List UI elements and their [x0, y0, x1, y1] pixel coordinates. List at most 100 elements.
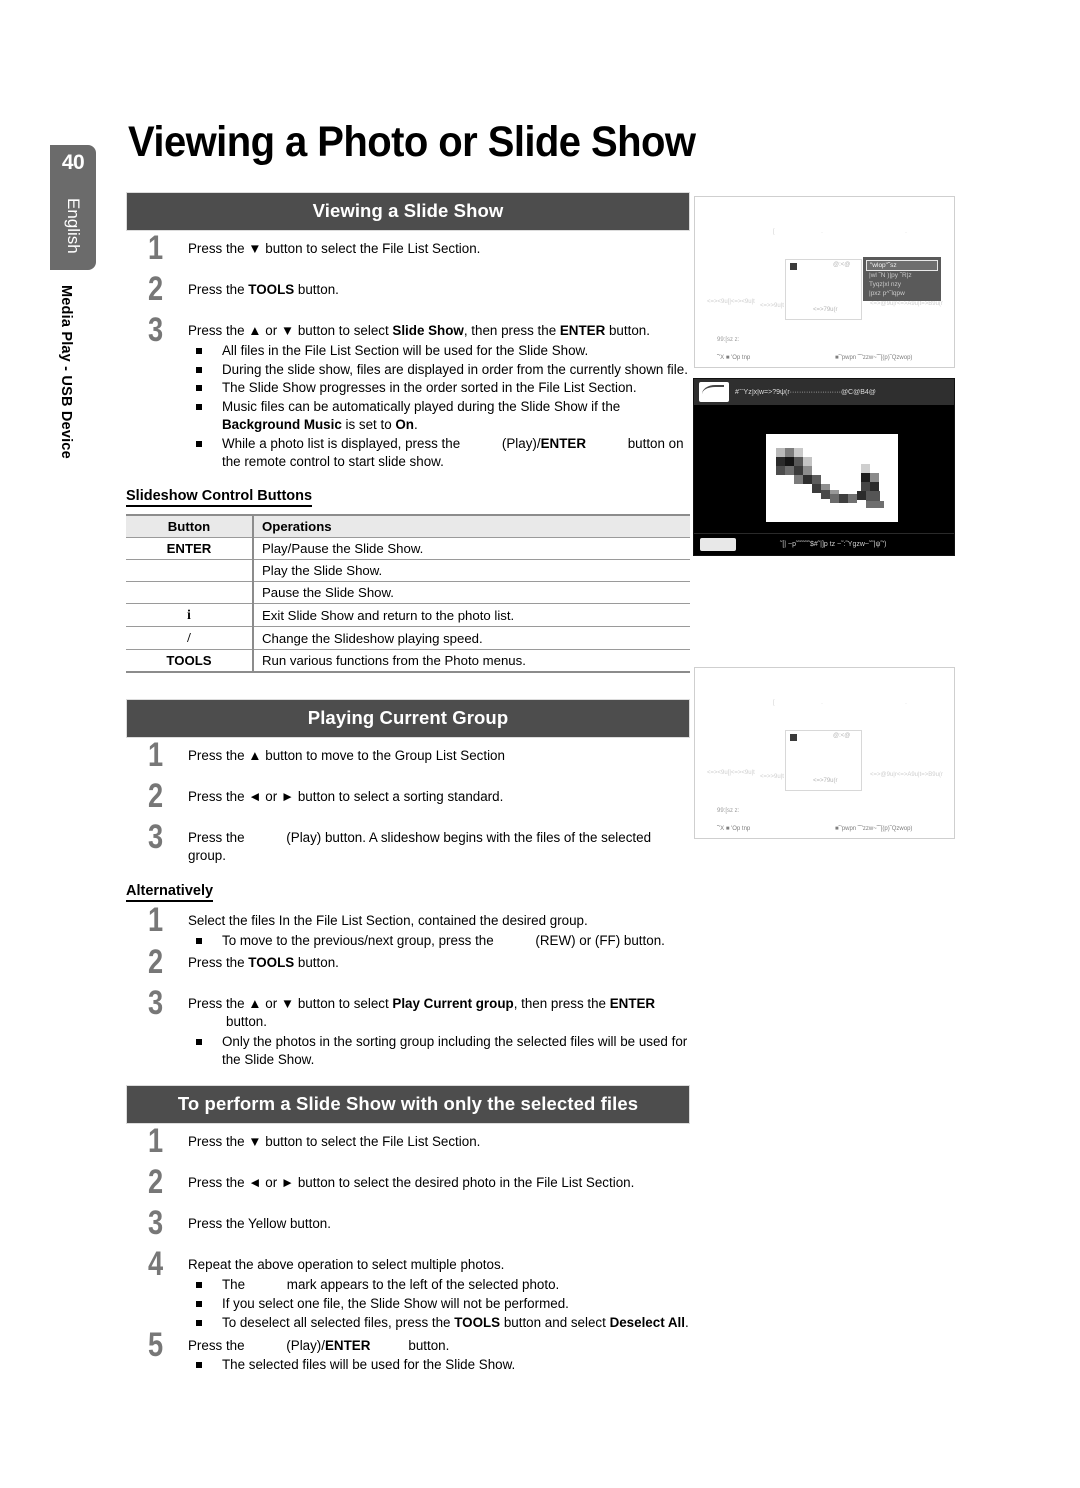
subheading-control-buttons: Slideshow Control Buttons	[126, 488, 313, 508]
step-text: Press the ◄ or ► button to select the de…	[188, 1175, 635, 1191]
photo-image	[766, 434, 898, 522]
photo-viewer-status: ˜[| ~p˜˜˜˜˜˜$#˜|]p tz ~˜:˜Ygzw~˜˜|ψ˜')	[780, 541, 887, 548]
step-text: Press the Yellow button.	[188, 1216, 331, 1232]
step-item: 2 Press the TOOLS button.	[126, 945, 690, 981]
step-item: 2 Press the ◄ or ► button to select a so…	[126, 779, 690, 815]
slideshow-control-table: Button Operations ENTER Play/Pause the S…	[126, 514, 690, 674]
menu-item[interactable]: Tyqz|xl nzy	[866, 280, 938, 289]
step-number: 1	[148, 900, 164, 939]
bullet-item: The mark appears to the left of the sele…	[188, 1276, 690, 1294]
photo-viewer-title: #˜˜Yz]x|w=>?9ψ(r······················@C…	[735, 388, 876, 396]
cell-button: ENTER	[126, 537, 254, 561]
cell-operation: Play/Pause the Slide Show.	[253, 537, 690, 561]
cell-operation: Play the Slide Show.	[253, 559, 690, 583]
cell-button	[126, 559, 254, 583]
bullet-square-icon	[196, 347, 202, 354]
menu-item[interactable]: |pxz p^˜lqpw	[866, 289, 938, 298]
table-header-row: Button Operations	[126, 515, 690, 539]
step-item: 1 Press the ▼ button to select the File …	[126, 231, 690, 267]
bullet-item: The selected files will be used for the …	[188, 1356, 690, 1374]
table-row: / Change the Slideshow playing speed.	[126, 626, 690, 651]
cell-button: /	[126, 626, 254, 651]
section-header-playing-current-group: Playing Current Group	[126, 699, 690, 739]
subheading-alternatively: Alternatively	[126, 883, 214, 902]
table-row: TOOLS Run various functions from the Pho…	[126, 649, 690, 673]
step-number: 1	[148, 736, 164, 775]
step-item: 3 Press the (Play) button. A slideshow b…	[126, 820, 690, 864]
bullet-item: If you select one file, the Slide Show w…	[188, 1295, 690, 1313]
bullet-square-icon	[196, 1362, 202, 1369]
tv-selected-marker-icon	[790, 734, 797, 741]
tv-panel-corner-text: @:<@	[833, 262, 851, 268]
step-number: 5	[148, 1325, 164, 1364]
step-number: 3	[148, 984, 164, 1023]
tv-selected-marker-icon	[790, 263, 797, 270]
menu-item[interactable]: |wl ˜N )|py ˜R|z	[866, 271, 938, 280]
step-text: Select the files In the File List Sectio…	[188, 912, 588, 928]
screenshot-tv-menu-top: [ · · @:<@ <=>79u(r <=><9u[|<=><9u|t <=>…	[694, 196, 955, 368]
bullet-square-icon	[196, 1319, 202, 1326]
main-content: Viewing a Slide Show 1 Press the ▼ butto…	[126, 192, 690, 1376]
bullet-item: Only the photos in the sorting group inc…	[188, 1033, 690, 1069]
cell-operation: Exit Slide Show and return to the photo …	[253, 603, 690, 628]
step-item: 1 Press the ▼ button to select the File …	[126, 1124, 690, 1160]
tv-bottom-nav-right: ■˜'pwpn ˜˜'zzw~˜˜[(p)˜Qzwop)	[835, 355, 913, 361]
bullet-item: Music files can be automatically played …	[188, 398, 690, 434]
bullet-square-icon	[196, 1038, 202, 1045]
section-header-viewing-slide-show: Viewing a Slide Show	[126, 192, 690, 231]
menu-item[interactable]: "wlop"˜sz	[866, 260, 938, 271]
step4-bullets: The mark appears to the left of the sele…	[188, 1276, 690, 1331]
step3-bullet-list: All files in the File List Section will …	[188, 342, 690, 471]
bullet-item: All files in the File List Section will …	[188, 342, 690, 360]
step-text: Press the ▲ or ▼ button to select Play C…	[188, 996, 656, 1030]
bullet-item: To move to the previous/next group, pres…	[188, 932, 690, 950]
step-item: 2 Press the ◄ or ► button to select the …	[126, 1165, 690, 1201]
step-number: 2	[148, 270, 164, 308]
tv-panel-corner-text: @:<@	[833, 733, 851, 739]
cell-operation: Pause the Slide Show.	[253, 581, 690, 605]
step-text: Press the ▲ button to move to the Group …	[188, 748, 505, 764]
screenshot-photo-viewer: #˜˜Yz]x|w=>?9ψ(r······················@C…	[693, 378, 955, 556]
step-text: Repeat the above operation to select mul…	[188, 1257, 505, 1273]
screenshot-tv-menu-bottom: [ · · @:<@ <=>79u(r <=><9u[|<=><9u|t <=>…	[694, 667, 955, 839]
bullet-item: During the slide show, files are display…	[188, 361, 690, 379]
step-text: Press the ▼ button to select the File Li…	[188, 241, 481, 256]
step-number: 3	[148, 311, 164, 349]
column-header-operations: Operations	[253, 515, 690, 539]
tools-dropdown-menu[interactable]: "wlop"˜sz |wl ˜N )|py ˜R|z Tyqz|xl nzy |…	[863, 257, 941, 301]
photo-viewer-topbar: #˜˜Yz]x|w=>?9ψ(r······················@C…	[694, 379, 954, 405]
column-header-button: Button	[126, 515, 254, 539]
step-text: Press the TOOLS button.	[188, 282, 339, 297]
tv-bottom-left-text: 99:[sz z:	[717, 808, 740, 814]
photo-display-area	[766, 434, 898, 522]
tv-panel-text: <=>79u(r	[813, 778, 838, 784]
tv-bottom-nav-left: ˜'X ■ 'Op tnp	[717, 826, 751, 832]
step-text: Press the ◄ or ► button to select a sort…	[188, 789, 504, 805]
step-number: 3	[148, 1204, 164, 1243]
cell-button: i	[126, 603, 254, 628]
table-row: ENTER Play/Pause the Slide Show.	[126, 537, 690, 561]
chapter-label: Media Play - USB Device	[58, 285, 74, 459]
step-text: Press the ▲ or ▼ button to select Slide …	[188, 323, 650, 338]
step-number: 2	[148, 777, 164, 816]
step-text: Press the (Play)/ENTER button.	[188, 1337, 450, 1353]
tv-bottom-left-text: 99:[sz z:	[717, 337, 740, 343]
bullet-square-icon	[196, 937, 202, 944]
bullet-item: To deselect all selected files, press th…	[188, 1314, 690, 1332]
step-item: 5 Press the (Play)/ENTER button. The sele…	[126, 1328, 690, 1375]
alternatively-step1-bullets: To move to the previous/next group, pres…	[188, 932, 690, 950]
page-title: Viewing a Photo or Slide Show	[128, 118, 696, 166]
step5-bullets: The selected files will be used for the …	[188, 1356, 690, 1374]
step-text: Press the ▼ button to select the File Li…	[188, 1134, 481, 1150]
cell-button	[126, 581, 254, 605]
cell-operation: Change the Slideshow playing speed.	[253, 626, 690, 651]
step-item: 1 Press the ▲ button to move to the Grou…	[126, 738, 690, 774]
photo-viewer-bottombar: ˜[| ~p˜˜˜˜˜˜$#˜|]p tz ~˜:˜Ygzw~˜˜|ψ˜')	[694, 533, 954, 555]
step-item: 1 Select the files In the File List Sect…	[126, 903, 690, 950]
step-item: 3 Press the ▲ or ▼ button to select Slid…	[126, 313, 690, 471]
tv-bottom-nav-right: ■˜'pwpn ˜˜'zzw~˜˜[(p)˜Qzwop)	[835, 826, 913, 832]
step-number: 2	[148, 1163, 164, 1202]
bullet-square-icon	[196, 1300, 202, 1307]
step-text: Press the TOOLS button.	[188, 955, 339, 971]
bullet-square-icon	[196, 366, 202, 373]
